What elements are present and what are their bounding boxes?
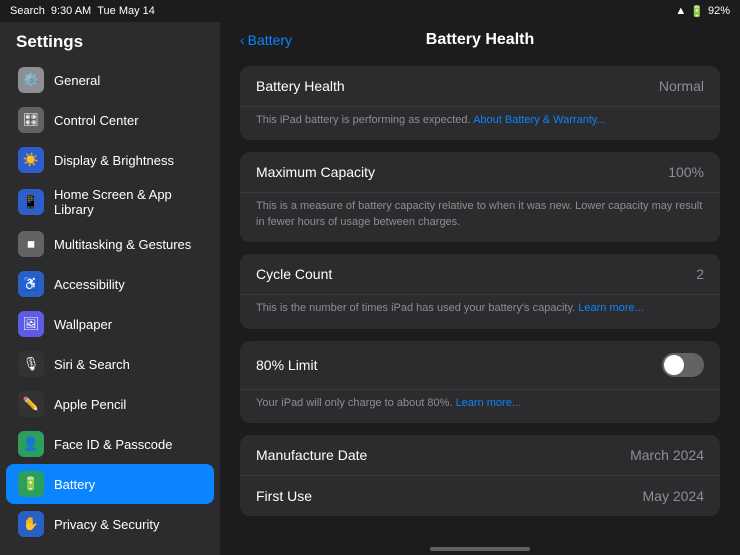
cycle-count-label: Cycle Count — [256, 266, 332, 282]
dates-card: Manufacture Date March 2024 First Use Ma… — [240, 435, 720, 516]
search-label: Search — [10, 5, 45, 17]
wallpaper-icon: 🖼 — [18, 311, 44, 337]
manufacture-date-value: March 2024 — [630, 447, 704, 463]
back-button[interactable]: ‹ Battery — [240, 32, 292, 48]
cycle-count-row: Cycle Count 2 — [240, 254, 720, 295]
faceid-label: Face ID & Passcode — [54, 437, 173, 452]
maximum-capacity-value: 100% — [668, 164, 704, 180]
control-center-icon: 🎛 — [18, 107, 44, 133]
display-icon: ☀️ — [18, 147, 44, 173]
status-date: Tue May 14 — [97, 5, 155, 17]
home-screen-icon: 📱 — [18, 189, 44, 215]
first-use-value: May 2024 — [643, 488, 704, 504]
content-title: Battery Health — [426, 31, 534, 49]
content-body: Battery Health Normal This iPad battery … — [220, 58, 740, 543]
battery-warranty-link[interactable]: About Battery & Warranty... — [473, 114, 606, 126]
maximum-capacity-card: Maximum Capacity 100% This is a measure … — [240, 152, 720, 242]
sidebar-item-privacy[interactable]: ✋ Privacy & Security — [6, 504, 214, 544]
sidebar-section-main: ⚙️ General 🎛 Control Center ☀️ Display &… — [0, 60, 220, 544]
accessibility-icon: ♿ — [18, 271, 44, 297]
limit-toggle[interactable] — [662, 353, 704, 377]
battery-health-label: Battery Health — [256, 78, 345, 94]
sidebar-item-general[interactable]: ⚙️ General — [6, 60, 214, 100]
apple-pencil-label: Apple Pencil — [54, 397, 126, 412]
battery-health-card: Battery Health Normal This iPad battery … — [240, 66, 720, 140]
cycle-count-link[interactable]: Learn more... — [578, 302, 643, 314]
limit-card: 80% Limit Your iPad will only charge to … — [240, 341, 720, 423]
battery-health-description: This iPad battery is performing as expec… — [240, 107, 720, 140]
sidebar-header: Settings — [0, 22, 220, 60]
sidebar-item-accessibility[interactable]: ♿ Accessibility — [6, 264, 214, 304]
back-label: Battery — [248, 32, 292, 48]
sidebar-item-faceid[interactable]: 👤 Face ID & Passcode — [6, 424, 214, 464]
battery-label: Battery — [54, 477, 95, 492]
siri-label: Siri & Search — [54, 357, 130, 372]
accessibility-label: Accessibility — [54, 277, 125, 292]
sidebar: Settings ⚙️ General 🎛 Control Center ☀️ … — [0, 22, 220, 555]
wifi-icon: ▲ — [675, 5, 686, 17]
sidebar-item-apple-pencil[interactable]: ✏️ Apple Pencil — [6, 384, 214, 424]
manufacture-date-label: Manufacture Date — [256, 447, 367, 463]
content-area: ‹ Battery Battery Health Battery Health … — [220, 22, 740, 555]
privacy-label: Privacy & Security — [54, 517, 159, 532]
sidebar-item-siri[interactable]: 🎙 Siri & Search — [6, 344, 214, 384]
sidebar-item-wallpaper[interactable]: 🖼 Wallpaper — [6, 304, 214, 344]
sidebar-item-display[interactable]: ☀️ Display & Brightness — [6, 140, 214, 180]
status-time: 9:30 AM — [51, 5, 91, 17]
limit-label: 80% Limit — [256, 357, 317, 373]
display-label: Display & Brightness — [54, 153, 174, 168]
battery-icon: 🔋 — [690, 5, 704, 18]
general-icon: ⚙️ — [18, 67, 44, 93]
general-label: General — [54, 73, 100, 88]
maximum-capacity-label: Maximum Capacity — [256, 164, 375, 180]
limit-learn-more-link[interactable]: Learn more... — [456, 397, 521, 409]
home-indicator — [430, 547, 530, 551]
main-layout: Settings ⚙️ General 🎛 Control Center ☀️ … — [0, 22, 740, 555]
battery-health-value: Normal — [659, 78, 704, 94]
faceid-icon: 👤 — [18, 431, 44, 457]
sidebar-item-home-screen[interactable]: 📱 Home Screen & App Library — [6, 180, 214, 224]
sidebar-item-battery[interactable]: 🔋 Battery — [6, 464, 214, 504]
home-screen-label: Home Screen & App Library — [54, 187, 202, 217]
siri-icon: 🎙 — [18, 351, 44, 377]
battery-health-row: Battery Health Normal — [240, 66, 720, 107]
first-use-label: First Use — [256, 488, 312, 504]
manufacture-date-row: Manufacture Date March 2024 — [240, 435, 720, 476]
maximum-capacity-row: Maximum Capacity 100% — [240, 152, 720, 193]
battery-sidebar-icon: 🔋 — [18, 471, 44, 497]
apple-pencil-icon: ✏️ — [18, 391, 44, 417]
control-center-label: Control Center — [54, 113, 139, 128]
maximum-capacity-description: This is a measure of battery capacity re… — [240, 193, 720, 242]
status-left: Search 9:30 AM Tue May 14 — [10, 5, 155, 17]
battery-percentage: 92% — [708, 5, 730, 17]
first-use-row: First Use May 2024 — [240, 476, 720, 516]
sidebar-item-multitasking[interactable]: ◼ Multitasking & Gestures — [6, 224, 214, 264]
cycle-count-value: 2 — [696, 266, 704, 282]
chevron-left-icon: ‹ — [240, 32, 245, 48]
status-right: ▲ 🔋 92% — [675, 5, 730, 18]
cycle-count-description: This is the number of times iPad has use… — [240, 295, 720, 328]
limit-description: Your iPad will only charge to about 80%.… — [240, 390, 720, 423]
multitasking-icon: ◼ — [18, 231, 44, 257]
wallpaper-label: Wallpaper — [54, 317, 112, 332]
multitasking-label: Multitasking & Gestures — [54, 237, 191, 252]
cycle-count-card: Cycle Count 2 This is the number of time… — [240, 254, 720, 328]
sidebar-item-control-center[interactable]: 🎛 Control Center — [6, 100, 214, 140]
status-bar: Search 9:30 AM Tue May 14 ▲ 🔋 92% — [0, 0, 740, 22]
privacy-icon: ✋ — [18, 511, 44, 537]
limit-row: 80% Limit — [240, 341, 720, 390]
content-header: ‹ Battery Battery Health — [220, 22, 740, 58]
